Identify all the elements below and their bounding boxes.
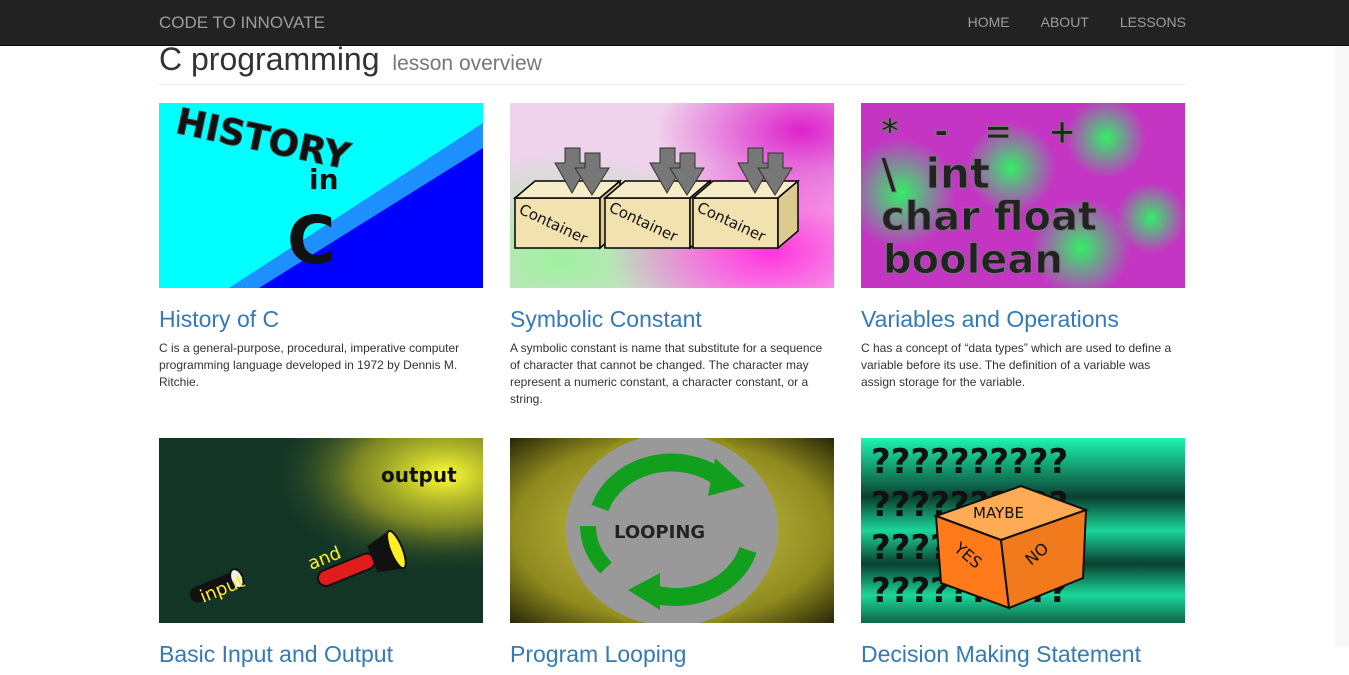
lesson-thumbnail[interactable]: * - = + \ int char float boolean: [861, 103, 1185, 288]
lesson-card[interactable]: output and input Basic Input and Output: [159, 438, 483, 675]
lesson-card[interactable]: * - = + \ int char float boolean Variabl…: [861, 103, 1185, 391]
brand-link[interactable]: CODE TO INNOVATE: [159, 13, 325, 33]
variables-image: * - = + \ int char float boolean: [861, 103, 1185, 288]
lesson-thumbnail[interactable]: output and input: [159, 438, 483, 623]
lesson-card[interactable]: LOOPING Program Looping: [510, 438, 834, 675]
lesson-title[interactable]: Program Looping: [510, 640, 834, 668]
question-marks-row: ??????????: [871, 442, 1068, 482]
main-content: C programming lesson overview HISTORY in…: [159, 41, 1185, 667]
in-word: in: [309, 163, 339, 196]
lesson-description: C is a general-purpose, procedural, impe…: [159, 341, 460, 389]
nav-about-link[interactable]: ABOUT: [1041, 14, 1089, 30]
operators-line: * - = +: [881, 112, 1076, 152]
lesson-card[interactable]: HISTORY in C History of C C is a general…: [159, 103, 483, 391]
lesson-card[interactable]: ?????????? ?????????? ?????????? ???????…: [861, 438, 1185, 675]
navbar: CODE TO INNOVATE HOME ABOUT LESSONS: [0, 0, 1349, 46]
page-subtitle: lesson overview: [392, 52, 542, 75]
lesson-description: A symbolic constant is name that substit…: [510, 341, 823, 406]
lesson-thumbnail[interactable]: ?????????? ?????????? ?????????? ???????…: [861, 438, 1185, 623]
maybe-word: MAYBE: [973, 504, 1024, 522]
lesson-title[interactable]: Symbolic Constant: [510, 305, 834, 333]
lesson-thumbnail[interactable]: HISTORY in C: [159, 103, 483, 288]
decision-image: ?????????? ?????????? ?????????? ???????…: [861, 438, 1185, 623]
history-image: HISTORY in C: [159, 103, 483, 288]
lesson-thumbnail[interactable]: Container Container Container: [510, 103, 834, 288]
symbolic-constant-image: Container Container Container: [510, 103, 834, 288]
lesson-thumbnail[interactable]: LOOPING: [510, 438, 834, 623]
scrollbar[interactable]: [1335, 45, 1349, 647]
output-word: output: [381, 463, 457, 487]
page-header: C programming lesson overview: [159, 41, 1185, 85]
page-title-text: C programming: [159, 41, 380, 77]
boolean-line: boolean: [883, 237, 1063, 283]
nav-lessons-link[interactable]: LESSONS: [1120, 14, 1186, 30]
c-letter: C: [287, 202, 335, 279]
lesson-description: C has a concept of “data types” which ar…: [861, 341, 1172, 389]
lesson-title[interactable]: Decision Making Statement: [861, 640, 1185, 668]
lesson-title[interactable]: Variables and Operations: [861, 305, 1185, 333]
input-output-image: output and input: [159, 438, 483, 623]
lesson-title[interactable]: History of C: [159, 305, 483, 333]
lesson-title[interactable]: Basic Input and Output: [159, 640, 483, 668]
looping-image: LOOPING: [510, 438, 834, 623]
lesson-card[interactable]: Container Container Container Symbolic C…: [510, 103, 834, 408]
nav-links: HOME ABOUT LESSONS: [937, 14, 1186, 30]
int-line: \ int: [881, 149, 990, 198]
nav-home-link[interactable]: HOME: [968, 14, 1010, 30]
looping-word: LOOPING: [614, 522, 705, 543]
char-float-line: char float: [881, 194, 1097, 240]
page-title: C programming lesson overview: [159, 41, 542, 78]
